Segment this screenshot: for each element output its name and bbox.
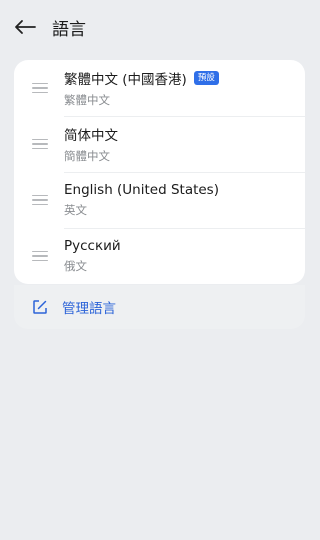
manage-languages-button[interactable]: 管理語言 — [14, 285, 305, 329]
language-item[interactable]: 繁體中文 (中國香港) 預設 繁體中文 — [14, 60, 305, 117]
language-name: Русский — [64, 238, 121, 254]
language-item[interactable]: 简体中文 簡體中文 — [14, 116, 305, 173]
top-bar: 語言 — [0, 0, 320, 54]
language-native-name: 英文 — [64, 202, 87, 217]
language-name: 简体中文 — [64, 127, 118, 144]
drag-handle-icon[interactable] — [32, 194, 48, 206]
drag-handle-icon[interactable] — [32, 138, 48, 150]
language-name: English (United States) — [64, 181, 219, 198]
edit-icon — [33, 300, 47, 314]
drag-handle-icon[interactable] — [32, 82, 48, 94]
language-item[interactable]: Русский 俄文 — [14, 228, 305, 284]
back-arrow-icon — [15, 20, 36, 34]
language-name: 繁體中文 (中國香港) — [64, 71, 187, 88]
language-item[interactable]: English (United States) 英文 — [14, 172, 305, 229]
page-title: 語言 — [52, 19, 86, 40]
drag-handle-icon[interactable] — [32, 250, 48, 262]
back-button[interactable] — [12, 14, 38, 40]
language-list: 繁體中文 (中國香港) 預設 繁體中文 简体中文 簡體中文 English (U… — [14, 60, 305, 284]
default-badge: 預設 — [193, 70, 219, 85]
manage-languages-label: 管理語言 — [62, 301, 116, 317]
language-native-name: 俄文 — [64, 259, 87, 273]
language-native-name: 繁體中文 — [64, 92, 110, 107]
language-native-name: 簡體中文 — [64, 148, 110, 163]
